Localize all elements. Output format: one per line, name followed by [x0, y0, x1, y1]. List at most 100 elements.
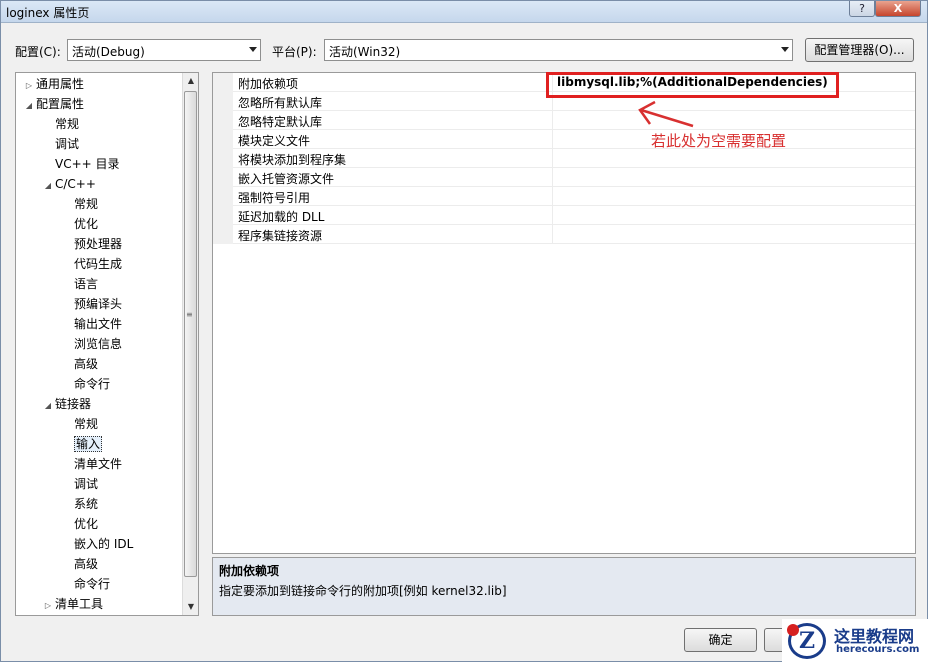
tree-item[interactable]: VC++ 目录 — [41, 154, 120, 174]
tree-item[interactable]: 优化 — [60, 514, 98, 534]
column-divider — [552, 206, 553, 225]
tree-item-label: 常规 — [74, 417, 99, 431]
expander-icon[interactable]: ▷ — [22, 76, 36, 96]
tree-item[interactable]: ◢ C/C++ — [41, 174, 96, 194]
help-button[interactable]: ? — [849, 1, 875, 17]
expander-icon[interactable]: ◢ — [41, 176, 55, 196]
tree-item[interactable]: 高级 — [60, 354, 98, 374]
property-name: 附加依赖项 — [238, 77, 299, 91]
property-row[interactable]: 程序集链接资源 — [213, 225, 915, 244]
tree-item[interactable]: 预处理器 — [60, 234, 122, 254]
tree-item-label: 命令行 — [74, 577, 111, 591]
expander-icon[interactable]: ◢ — [22, 96, 36, 116]
config-label: 配置(C): — [15, 45, 61, 59]
watermark-site: herecours.com — [836, 644, 920, 655]
tree-item-label: 命令行 — [74, 377, 111, 391]
row-gutter — [213, 225, 233, 244]
window-title: loginex 属性页 — [6, 6, 90, 20]
description-panel: 附加依赖项 指定要添加到链接命令行的附加项[例如 kernel32.lib] — [212, 557, 916, 616]
tree-item[interactable]: 常规 — [60, 414, 98, 434]
tree-item[interactable]: 命令行 — [60, 374, 110, 394]
description-text: 指定要添加到链接命令行的附加项[例如 kernel32.lib] — [219, 584, 507, 598]
property-row[interactable]: 将模块添加到程序集 — [213, 149, 915, 168]
tree-scrollbar[interactable]: ▲ ≡ ▼ — [182, 73, 198, 615]
tree-item[interactable]: 语言 — [60, 274, 98, 294]
column-divider — [552, 111, 553, 130]
tree-item[interactable]: 常规 — [41, 114, 79, 134]
tree-item-label: 优化 — [74, 517, 99, 531]
tree-item[interactable]: 调试 — [60, 474, 98, 494]
tree-item[interactable]: 常规 — [60, 194, 98, 214]
property-name: 模块定义文件 — [238, 134, 311, 148]
tree-item[interactable]: 输入 — [60, 434, 103, 454]
tree-item-label: C/C++ — [55, 177, 96, 191]
property-name: 将模块添加到程序集 — [238, 153, 347, 167]
column-divider — [552, 168, 553, 187]
close-button[interactable]: X — [875, 1, 921, 17]
tree-item[interactable]: 预编译头 — [60, 294, 122, 314]
platform-dropdown-value: 活动(Win32) — [329, 45, 401, 59]
property-row[interactable]: 忽略特定默认库 — [213, 111, 915, 130]
scroll-down-icon[interactable]: ▼ — [183, 599, 198, 615]
annotation-text: 若此处为空需要配置 — [651, 132, 787, 150]
property-name: 忽略所有默认库 — [238, 96, 323, 110]
column-divider — [552, 187, 553, 206]
tree-item[interactable]: 嵌入的 IDL — [60, 534, 133, 554]
property-name: 嵌入托管资源文件 — [238, 172, 335, 186]
property-row[interactable]: 嵌入托管资源文件 — [213, 168, 915, 187]
config-toolbar: 配置(C): 活动(Debug) 平台(P): 活动(Win32) 配置管理器(… — [13, 38, 914, 62]
expander-icon[interactable]: ◢ — [41, 396, 55, 416]
config-manager-button[interactable]: 配置管理器(O)... — [805, 38, 914, 62]
tree-item[interactable]: 调试 — [41, 134, 79, 154]
property-tree: ▷ 通用属性 ◢ 配置属性 常规 调试 VC++ 目录 ◢ C/C++ 常规 优化 预处理器 代码生成语… — [15, 72, 199, 616]
tree-item[interactable]: 代码生成 — [60, 254, 122, 274]
tree-item[interactable]: 优化 — [60, 214, 98, 234]
title-bar[interactable]: loginex 属性页 ? X — [1, 1, 927, 23]
description-title: 附加依赖项 — [219, 564, 280, 578]
tree-item[interactable]: 清单文件 — [60, 454, 122, 474]
row-gutter — [213, 168, 233, 187]
tree-item-label: 输出文件 — [74, 317, 123, 331]
logo-dot — [787, 624, 799, 636]
property-name: 强制符号引用 — [238, 191, 311, 205]
tree-item-label: 清单文件 — [74, 457, 123, 471]
tree-item[interactable]: 命令行 — [60, 574, 110, 594]
tree-item-label: 常规 — [55, 117, 80, 131]
tree-item-label: 浏览信息 — [74, 337, 123, 351]
row-gutter — [213, 187, 233, 206]
tree-item-label: 系统 — [74, 497, 99, 511]
property-row[interactable]: 强制符号引用 — [213, 187, 915, 206]
tree-item-label: 语言 — [74, 277, 99, 291]
grip-icon: ≡ — [186, 310, 193, 319]
tree-item[interactable]: 高级 — [60, 554, 98, 574]
expander-icon[interactable]: ▷ — [41, 596, 55, 615]
scrollbar-thumb[interactable] — [184, 91, 197, 577]
tree-item[interactable]: ◢ 配置属性 — [22, 94, 84, 114]
tree-item[interactable]: 浏览信息 — [60, 334, 122, 354]
tree-item-label: 高级 — [74, 357, 99, 371]
platform-dropdown[interactable]: 活动(Win32) — [324, 39, 793, 61]
tree-item-label: 优化 — [74, 217, 99, 231]
row-gutter — [213, 92, 233, 111]
tree-item-label: VC++ 目录 — [55, 157, 120, 171]
column-divider — [552, 149, 553, 168]
watermark-logo: Z 这里教程网 herecours.com — [782, 619, 928, 662]
property-row[interactable]: 模块定义文件 — [213, 130, 915, 149]
tree-item[interactable]: 输出文件 — [60, 314, 122, 334]
chevron-down-icon — [249, 47, 257, 52]
ok-button[interactable]: 确定 — [684, 628, 757, 652]
tree-item-label: 预编译头 — [74, 297, 123, 311]
tree-item-label: 嵌入的 IDL — [74, 537, 134, 551]
tree-item-label: 链接器 — [55, 397, 92, 411]
config-dropdown[interactable]: 活动(Debug) — [67, 39, 261, 61]
property-name: 忽略特定默认库 — [238, 115, 323, 129]
tree-item[interactable]: ▷ 通用属性 — [22, 74, 84, 94]
scroll-up-icon[interactable]: ▲ — [183, 73, 198, 89]
tree-item[interactable]: 系统 — [60, 494, 98, 514]
tree-item[interactable]: ◢ 链接器 — [41, 394, 91, 414]
property-row[interactable]: 延迟加载的 DLL — [213, 206, 915, 225]
logo-mark: Z — [798, 628, 816, 654]
tree-item-label: 常规 — [74, 197, 99, 211]
row-gutter — [213, 130, 233, 149]
tree-item[interactable]: ▷ 清单工具 — [41, 594, 103, 614]
